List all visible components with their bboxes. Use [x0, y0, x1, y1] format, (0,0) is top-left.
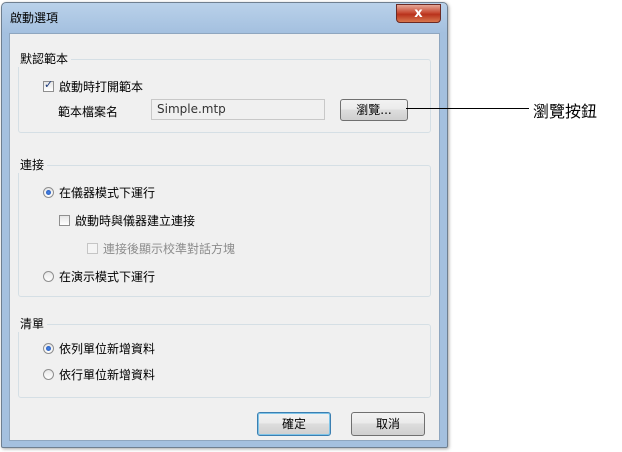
open-template-on-start-checkbox[interactable]: 啟動時打開範本 [43, 78, 143, 95]
default-template-group: 默認範本 啟動時打開範本 範本檔案名 [17, 50, 431, 133]
add-by-column-label: 依列單位新增資料 [59, 342, 156, 356]
connection-legend: 連接 [17, 156, 48, 173]
list-group: 清單 依列單位新增資料 依行單位新增資料 [17, 315, 431, 398]
ok-button[interactable]: 確定 [257, 412, 331, 436]
browse-button-callout: 瀏覽按鈕 [533, 102, 598, 121]
show-calibration-dialog-label: 連接後顯示校準對話方塊 [103, 242, 236, 256]
radio-selected-icon [43, 187, 54, 198]
default-template-legend: 默認範本 [17, 50, 72, 67]
template-file-input[interactable]: Simple.mtp [151, 99, 325, 120]
radio-unselected-icon [43, 271, 54, 282]
close-icon: x [414, 6, 423, 21]
dialog-body: 默認範本 啟動時打開範本 範本檔案名 Simple.mtp 瀏覽... 連接 在… [9, 33, 440, 441]
connect-on-start-checkbox[interactable]: 啟動時與儀器建立連接 [59, 212, 195, 229]
open-template-on-start-label: 啟動時打開範本 [59, 80, 144, 94]
list-legend: 清單 [17, 315, 48, 332]
instrument-mode-radio[interactable]: 在儀器模式下運行 [43, 184, 155, 201]
demo-mode-radio[interactable]: 在演示模式下運行 [43, 268, 155, 285]
cancel-button[interactable]: 取消 [351, 412, 425, 436]
show-calibration-dialog-checkbox[interactable]: 連接後顯示校準對話方塊 [87, 240, 235, 257]
title-bar: 啟動選項 x [2, 3, 447, 32]
checkbox-disabled-icon [87, 243, 98, 254]
checkbox-checked-icon [43, 78, 54, 92]
radio-unselected-icon [43, 369, 54, 380]
browse-button[interactable]: 瀏覽... [340, 99, 408, 121]
connect-on-start-label: 啟動時與儀器建立連接 [75, 214, 196, 228]
radio-selected-icon [43, 343, 54, 354]
connection-group: 連接 在儀器模式下運行 啟動時與儀器建立連接 連接後顯示校準對話方塊 在演示模式… [17, 156, 431, 297]
callout-line [406, 108, 529, 109]
add-by-row-label: 依行單位新增資料 [59, 368, 156, 382]
startup-options-dialog: 啟動選項 x 默認範本 啟動時打開範本 範本檔案名 Simple.mtp 瀏覽.… [1, 2, 448, 448]
close-button[interactable]: x [396, 4, 441, 23]
dialog-title: 啟動選項 [10, 11, 59, 25]
add-by-row-radio[interactable]: 依行單位新增資料 [43, 366, 155, 383]
add-by-column-radio[interactable]: 依列單位新增資料 [43, 340, 155, 357]
template-file-label: 範本檔案名 [58, 105, 119, 119]
checkbox-unchecked-icon [59, 215, 70, 226]
demo-mode-label: 在演示模式下運行 [59, 270, 156, 284]
instrument-mode-label: 在儀器模式下運行 [59, 186, 156, 200]
